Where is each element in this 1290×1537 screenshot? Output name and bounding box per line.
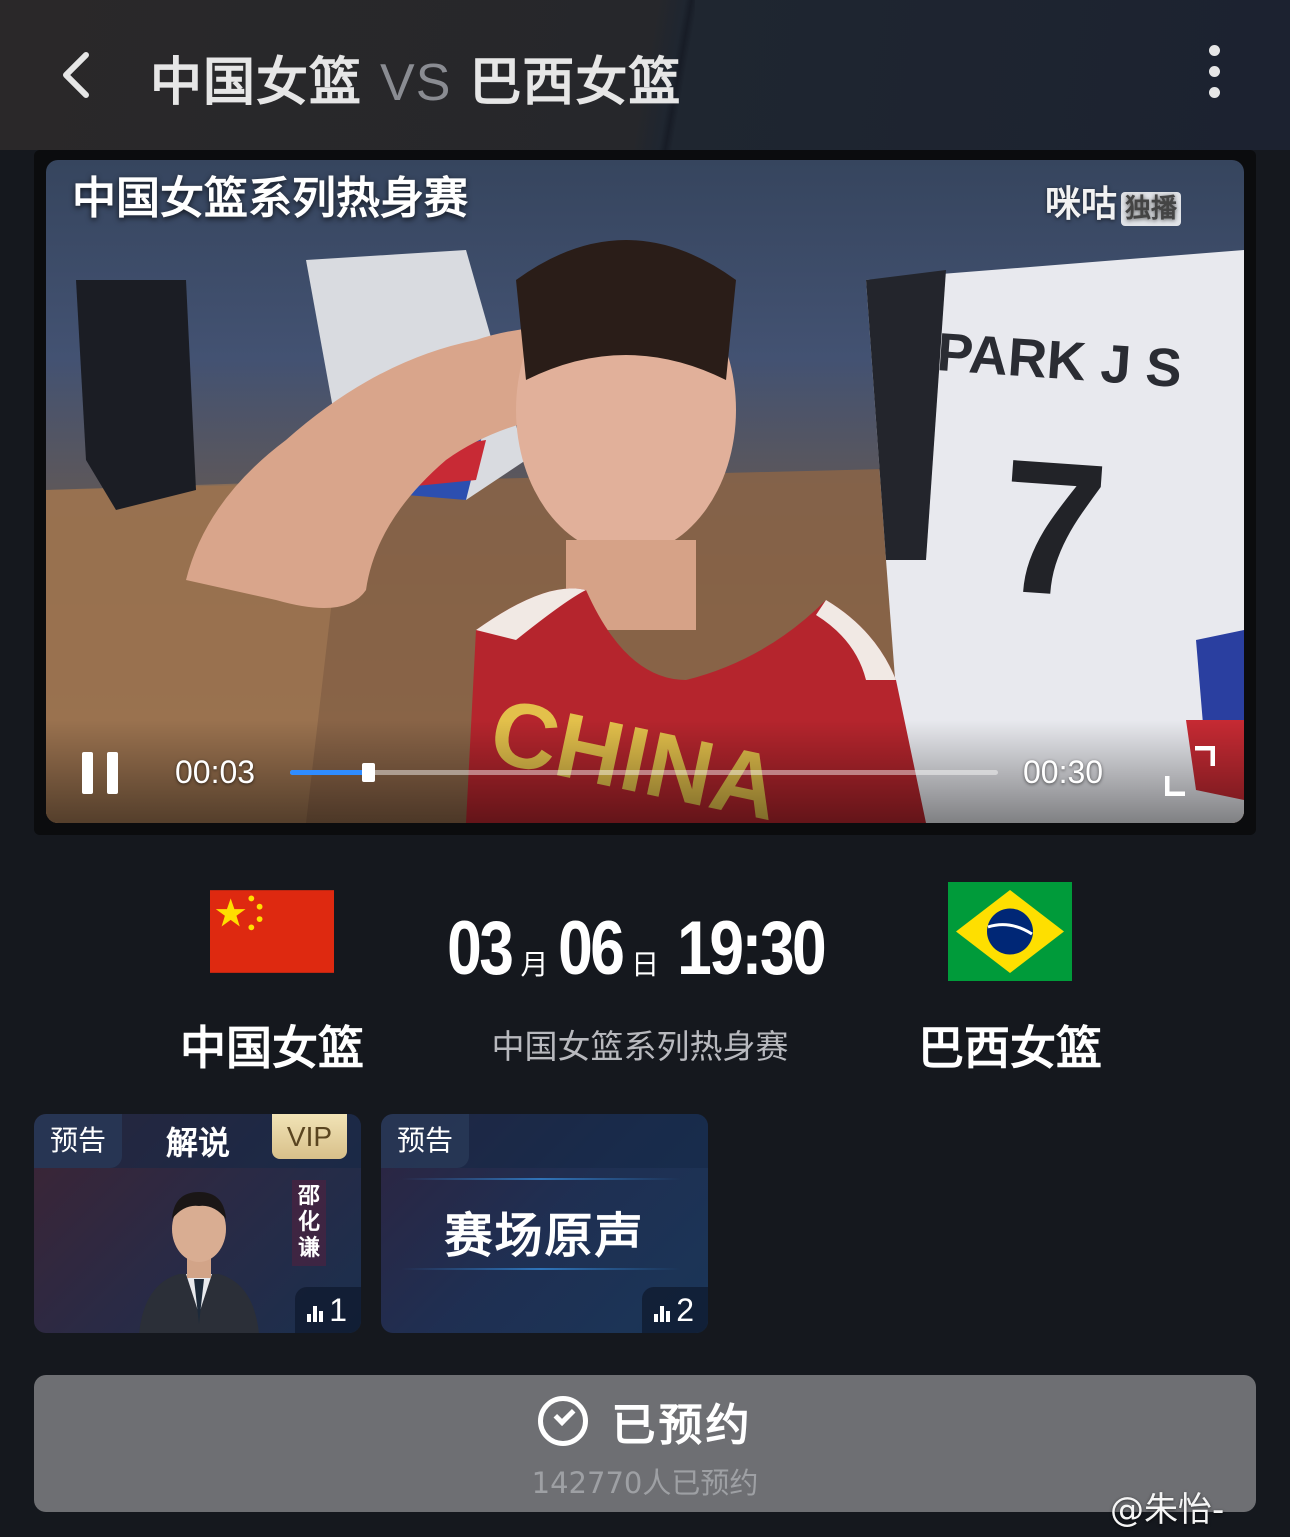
weibo-watermark: @朱怡- [1110,1490,1225,1530]
watermark-brand: 咪咕 [1045,184,1118,225]
video-frame: PARK J S 7 CHINA [46,160,1244,823]
more-button[interactable] [1194,45,1234,107]
commentator-avatar [139,1192,259,1333]
stadium-sound-card[interactable]: 预告 赛场原声 2 [381,1114,708,1333]
watermark-tag: 独播 [1121,191,1182,226]
commentary-card[interactable]: 预告 解说 VIP 邵化谦 1 [34,1114,361,1333]
pause-button[interactable] [80,752,120,794]
check-circle-icon [537,1396,588,1446]
month-unit: 月 [520,948,549,981]
title-away-team: 巴西女篮 [469,53,682,113]
bar-chart-icon [307,1304,325,1322]
more-icon [1194,45,1234,98]
back-icon [63,52,89,98]
reserved-button[interactable]: 已预约 142770人已预约 [34,1375,1256,1512]
preview-badge: 预告 [34,1114,123,1168]
migu-watermark: 咪咕 独播 [1045,175,1182,227]
day-unit: 日 [631,948,660,981]
stadium-sound-label: 赛场原声 [444,1208,645,1264]
away-team-name: 巴西女篮 [918,1021,1102,1075]
match-event-name: 中国女篮系列热身赛 [491,1027,789,1066]
bar-chart-icon [654,1304,672,1322]
home-team-name: 中国女篮 [180,1021,364,1075]
preview-badge: 预告 [381,1114,470,1168]
card-stripe [401,1178,681,1180]
current-time: 00:03 [175,754,256,790]
reserve-row: 已预约 [34,1389,1256,1453]
video-still-image: PARK J S 7 CHINA [46,240,1244,823]
progress-fill [290,770,368,775]
brazil-flag-icon [948,882,1072,981]
page-title: 中国女篮 VS 巴西女篮 [150,40,681,115]
title-vs: VS [380,54,452,112]
reserve-label: 已预约 [611,1400,753,1451]
video-overlay-title: 中国女篮系列热身赛 [72,173,468,224]
video-player[interactable]: PARK J S 7 CHINA [34,150,1256,835]
fullscreen-icon [1164,745,1216,797]
progress-knob[interactable] [361,763,375,782]
title-home-team: 中国女篮 [150,53,363,113]
jersey-number-text: 7 [993,419,1113,638]
progress-slider[interactable] [290,763,998,782]
back-button[interactable] [50,45,110,105]
vip-badge: VIP [272,1114,347,1159]
match-day: 06 [557,906,625,991]
china-flag-icon [210,890,334,973]
reserve-count: 142770人已预约 [531,1466,759,1500]
card-stripe [401,1268,681,1270]
commentator-name: 邵化谦 [292,1180,326,1266]
fullscreen-button[interactable] [1164,745,1216,797]
match-month: 03 [447,906,514,991]
card-count: 1 [295,1287,361,1333]
match-time: 19:30 [677,906,827,991]
card-count-value: 2 [676,1292,694,1328]
match-datetime: 03 月 06 日 19:30 [440,905,840,992]
total-time: 00:30 [1023,754,1104,790]
card-count-value: 1 [329,1292,347,1328]
card-count: 2 [642,1287,708,1333]
commentary-label: 解说 [166,1124,231,1162]
